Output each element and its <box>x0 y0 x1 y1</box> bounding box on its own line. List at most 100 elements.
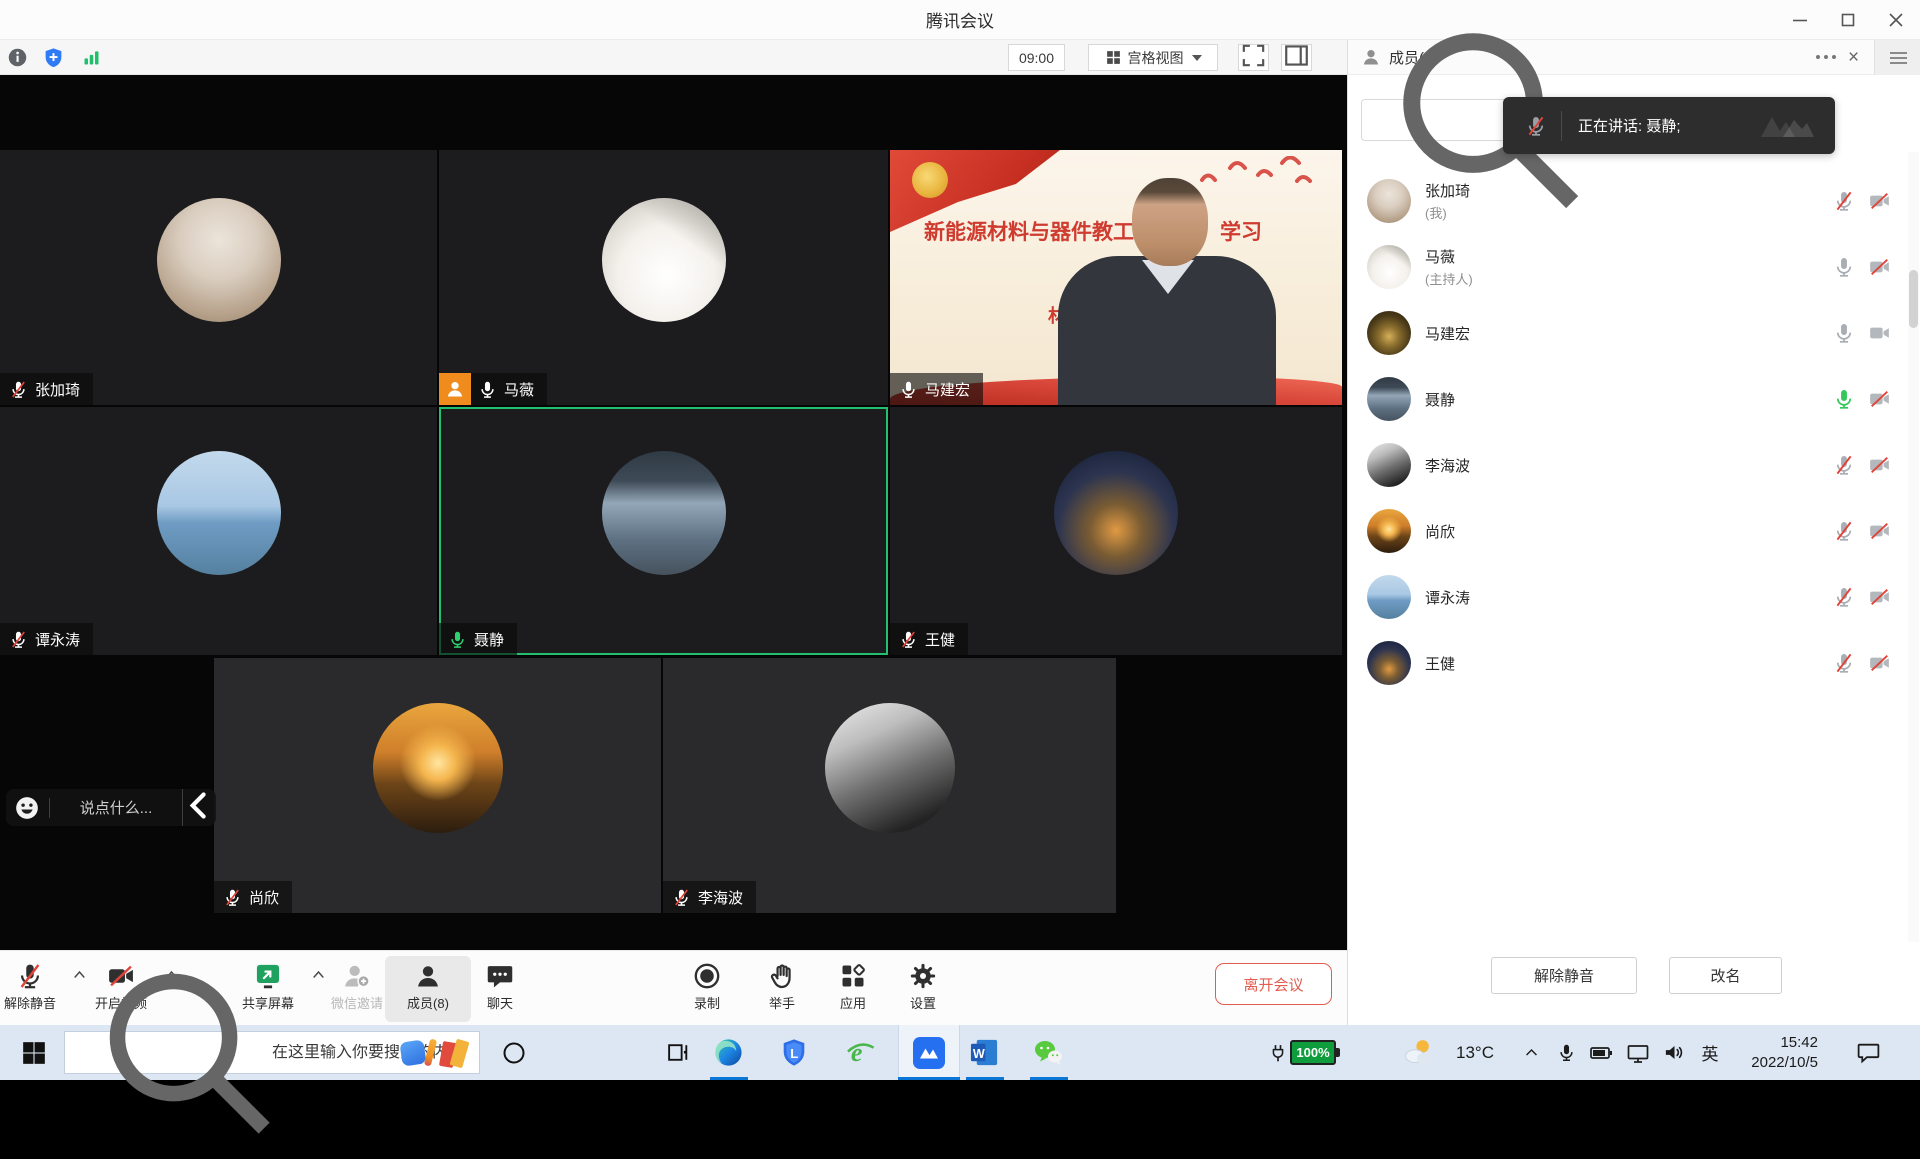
quick-chat-pill[interactable]: 说点什么... <box>6 789 216 826</box>
clock-time: 15:42 <box>1730 1033 1818 1053</box>
emoji-smiley-icon[interactable] <box>14 795 40 821</box>
chat-placeholder[interactable]: 说点什么... <box>50 797 182 818</box>
mic-status-icon[interactable] <box>1833 652 1855 674</box>
mic-status-icon[interactable] <box>1833 388 1855 410</box>
chat-icon <box>486 962 514 990</box>
fullscreen-button[interactable] <box>1238 44 1269 71</box>
muted-mic-icon <box>1525 115 1547 137</box>
task-view-button[interactable] <box>658 1025 698 1080</box>
panel-scrollbar[interactable] <box>1908 152 1919 942</box>
participant-name: 马薇 <box>504 379 534 400</box>
control-chat[interactable]: 聊天 <box>457 956 543 1022</box>
collapse-chat-button[interactable] <box>182 789 216 826</box>
wechat-icon[interactable] <box>1026 1025 1070 1080</box>
video-tile[interactable]: 马薇 <box>439 150 888 405</box>
video-tile[interactable]: 张加琦 <box>0 150 437 405</box>
avatar <box>825 703 955 833</box>
unmute-button[interactable]: 解除静音 <box>1491 957 1637 994</box>
close-panel-button[interactable]: × <box>1848 48 1859 67</box>
participant-label: 尚欣 <box>214 881 292 913</box>
close-button[interactable] <box>1872 0 1920 40</box>
rename-button[interactable]: 改名 <box>1669 957 1782 994</box>
taskbar-search-box[interactable] <box>64 1031 480 1074</box>
more-options-button[interactable] <box>1816 55 1836 59</box>
participant-name: 张加琦 <box>35 379 80 400</box>
panel-menu-button[interactable] <box>1874 40 1920 75</box>
edge-browser-icon[interactable] <box>706 1025 750 1080</box>
member-row[interactable]: 王健 <box>1348 630 1908 696</box>
video-tile[interactable]: 新能源材料与器件教工学习 材料与新能源学 2022 马建宏 <box>890 150 1342 405</box>
control-label: 聊天 <box>487 993 513 1012</box>
leave-meeting-button[interactable]: 离开会议 <box>1215 963 1332 1005</box>
video-tile[interactable]: 谭永涛 <box>0 407 437 655</box>
action-center-button[interactable] <box>1848 1025 1888 1080</box>
window-title: 腾讯会议 <box>926 7 994 32</box>
tray-volume-icon[interactable] <box>1658 1025 1690 1080</box>
mic-status-icon[interactable] <box>1833 256 1855 278</box>
video-tile[interactable]: 聂静 <box>439 407 888 655</box>
mic-status-icon[interactable] <box>1833 322 1855 344</box>
video-tile[interactable]: 李海波 <box>663 658 1116 913</box>
camera-status-icon[interactable] <box>1867 388 1892 410</box>
control-record[interactable]: 录制 <box>664 956 750 1022</box>
member-row[interactable]: 张加琦 (我) <box>1348 168 1908 234</box>
mic-status-icon <box>672 888 691 907</box>
minimize-button[interactable] <box>1776 0 1824 40</box>
member-row[interactable]: 尚欣 <box>1348 498 1908 564</box>
member-row[interactable]: 李海波 <box>1348 432 1908 498</box>
avatar <box>1367 311 1411 355</box>
battery-indicator[interactable]: 100% <box>1290 1040 1336 1065</box>
banner-title: 新能源材料与器件教工学习 <box>924 216 1262 246</box>
camera-status-icon[interactable] <box>1867 322 1892 344</box>
video-tile[interactable]: 王健 <box>890 407 1342 655</box>
members-panel: 成员(8) × 正在讲话: 聂静; 张加琦 (我) 马薇 (主持人) <box>1347 40 1920 1025</box>
camera-status-icon[interactable] <box>1867 652 1892 674</box>
camera-status-icon[interactable] <box>1867 586 1892 608</box>
video-area: 张加琦 马薇 新能源材料与器件教工学习 材料与新能源学 2022 马建宏 <box>0 75 1347 950</box>
member-row[interactable]: 聂静 <box>1348 366 1908 432</box>
security-shield-icon[interactable] <box>43 47 64 68</box>
input-language-indicator[interactable]: 英 <box>1694 1025 1726 1080</box>
cortana-button[interactable] <box>494 1025 534 1080</box>
participant-label: 王健 <box>890 623 968 655</box>
tencent-meeting-icon[interactable] <box>907 1025 951 1080</box>
windows-start-button[interactable] <box>14 1025 54 1080</box>
participant-name: 尚欣 <box>249 887 279 908</box>
svg-text:L: L <box>790 1046 798 1061</box>
member-row[interactable]: 谭永涛 <box>1348 564 1908 630</box>
tray-display-icon[interactable] <box>1622 1025 1654 1080</box>
member-row[interactable]: 马薇 (主持人) <box>1348 234 1908 300</box>
tray-expand-chevron[interactable] <box>1516 1025 1546 1080</box>
weather-icon[interactable] <box>1398 1025 1438 1080</box>
meeting-info-icon[interactable] <box>7 47 28 68</box>
pc-manager-icon[interactable]: L <box>772 1025 816 1080</box>
mic-status-icon[interactable] <box>1833 190 1855 212</box>
participant-label: 马薇 <box>439 373 547 405</box>
view-mode-dropdown[interactable]: 宫格视图 <box>1088 44 1218 71</box>
word-icon[interactable]: W <box>962 1025 1006 1080</box>
control-mic-muted[interactable]: 解除静音 <box>0 956 73 1022</box>
mic-status-icon[interactable] <box>1833 454 1855 476</box>
tray-battery-icon[interactable] <box>1586 1025 1616 1080</box>
camera-status-icon[interactable] <box>1867 454 1892 476</box>
network-signal-icon[interactable] <box>81 47 102 68</box>
avatar <box>602 451 726 575</box>
ie-browser-icon[interactable]: e <box>838 1025 882 1080</box>
power-plug-icon[interactable] <box>1266 1025 1290 1080</box>
tray-mic-icon[interactable] <box>1552 1025 1580 1080</box>
clock-date: 2022/10/5 <box>1730 1053 1818 1073</box>
camera-status-icon[interactable] <box>1867 190 1892 212</box>
maximize-button[interactable] <box>1824 0 1872 40</box>
temperature-readout[interactable]: 13°C <box>1445 1025 1505 1080</box>
member-row[interactable]: 马建宏 <box>1348 300 1908 366</box>
control-gear[interactable]: 设置 <box>880 956 966 1022</box>
scrollbar-thumb[interactable] <box>1909 270 1918 328</box>
video-tile[interactable]: 尚欣 <box>214 658 661 913</box>
taskbar-clock[interactable]: 15:42 2022/10/5 <box>1730 1033 1818 1074</box>
sidebar-toggle-button[interactable] <box>1281 44 1312 71</box>
camera-status-icon[interactable] <box>1867 520 1892 542</box>
mic-status-icon[interactable] <box>1833 520 1855 542</box>
mic-status-icon[interactable] <box>1833 586 1855 608</box>
camera-status-icon[interactable] <box>1867 256 1892 278</box>
meeting-timer: 09:00 <box>1008 44 1065 71</box>
